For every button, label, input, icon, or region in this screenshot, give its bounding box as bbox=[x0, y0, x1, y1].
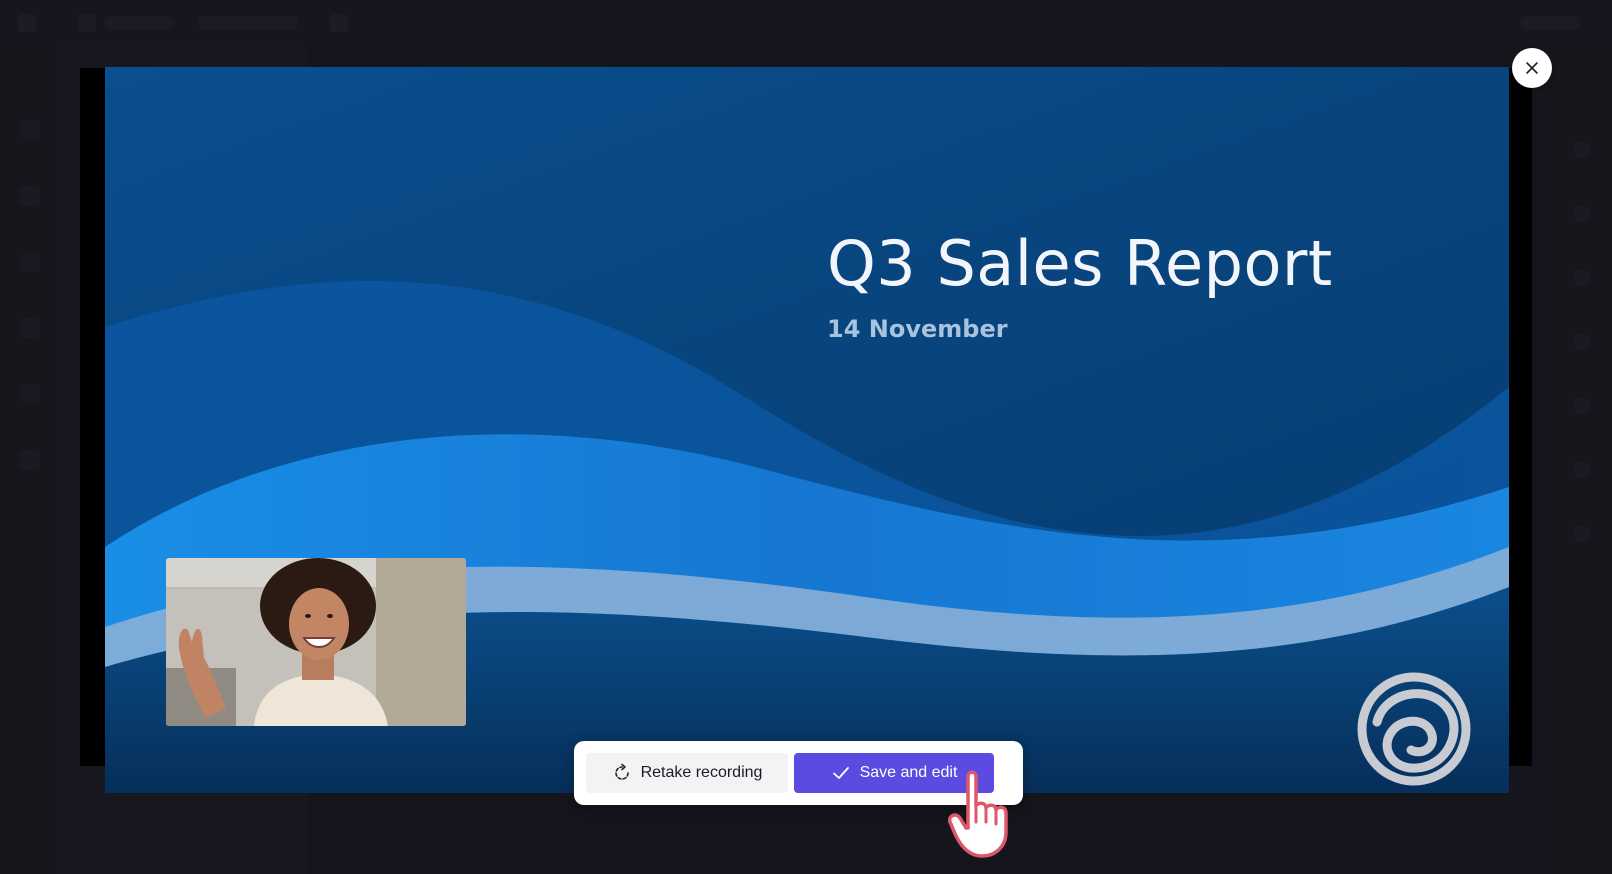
presenter-webcam-image bbox=[166, 558, 466, 726]
save-and-edit-label: Save and edit bbox=[859, 764, 958, 781]
ring-logo-icon bbox=[1357, 672, 1471, 786]
hand-pointer-icon bbox=[948, 770, 1008, 858]
close-button[interactable] bbox=[1512, 48, 1552, 88]
retake-recording-label: Retake recording bbox=[640, 764, 763, 781]
close-icon bbox=[1526, 62, 1538, 74]
presentation-slide: Q3 Sales Report 14 November bbox=[105, 67, 1509, 793]
slide-subtitle: 14 November bbox=[827, 315, 1008, 343]
refresh-icon bbox=[614, 763, 629, 780]
retake-recording-button[interactable]: Retake recording bbox=[586, 753, 788, 793]
checkmark-icon bbox=[832, 767, 849, 779]
webcam-overlay bbox=[166, 558, 466, 726]
slide-title: Q3 Sales Report bbox=[827, 227, 1333, 300]
